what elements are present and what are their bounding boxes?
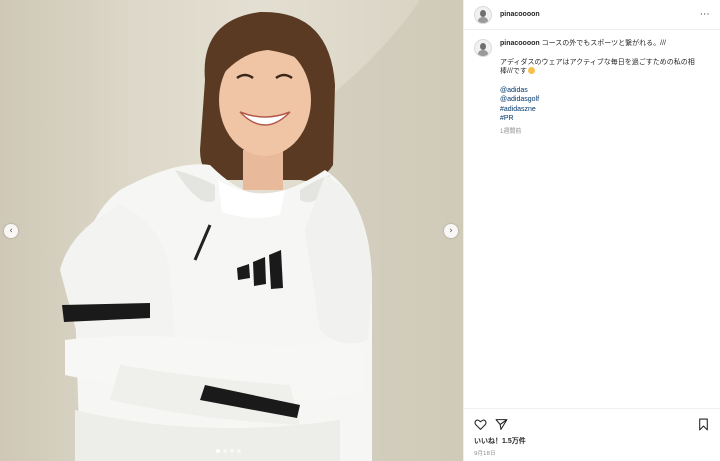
username[interactable]: pinacoooon [500, 11, 540, 18]
caption-username[interactable]: pinacoooon [500, 40, 540, 47]
caption: pinacoooon コースの外でもスポーツと繋がれる。/// アディダスのウェ… [464, 30, 720, 137]
send-icon[interactable] [495, 418, 508, 431]
photo-illustration [60, 0, 463, 461]
avatar[interactable] [474, 39, 492, 57]
mention-link[interactable]: @adidasgolf [500, 95, 710, 105]
caption-line: 棒///です [500, 67, 710, 77]
hashtag-link[interactable]: #adidaszne [500, 105, 710, 115]
carousel-indicator [216, 449, 241, 453]
carousel-dot [216, 449, 220, 453]
carousel-dot [237, 449, 241, 453]
caption-text: 棒///です [500, 68, 527, 75]
like-count[interactable]: いいね！1.5万件 [474, 436, 710, 446]
caption-text: アディダスのウェアはアクティブな毎日を過ごすための私の相 [500, 58, 695, 66]
action-bar [474, 417, 710, 431]
hashtag-link[interactable]: #PR [500, 114, 710, 124]
chevron-right-icon[interactable]: › [444, 224, 458, 238]
heart-icon[interactable] [474, 418, 487, 431]
carousel-dot [230, 449, 234, 453]
post-image[interactable]: ‹ › [0, 0, 463, 461]
chevron-left-icon[interactable]: ‹ [4, 224, 18, 238]
more-options-icon[interactable]: ··· [700, 10, 710, 20]
post-actions-section: いいね！1.5万件 9月18日 [464, 408, 720, 461]
post-sidebar: pinacoooon ··· pinacoooon コースの外でもスポーツと繋が… [463, 0, 720, 461]
mention-link[interactable]: @adidas [500, 86, 710, 96]
post-date: 9月18日 [474, 451, 496, 457]
caption-body: pinacoooon コースの外でもスポーツと繋がれる。/// アディダスのウェ… [500, 39, 710, 137]
smile-emoji-icon [527, 67, 535, 74]
caption-text: コースの外でもスポーツと繋がれる。/// [541, 40, 666, 47]
bookmark-icon[interactable] [697, 418, 710, 431]
carousel-dot [223, 449, 227, 453]
caption-line: pinacoooon コースの外でもスポーツと繋がれる。/// [500, 39, 710, 49]
post-time[interactable]: 1週間前 [500, 128, 710, 138]
post-header: pinacoooon ··· [464, 0, 720, 30]
avatar[interactable] [474, 5, 492, 24]
